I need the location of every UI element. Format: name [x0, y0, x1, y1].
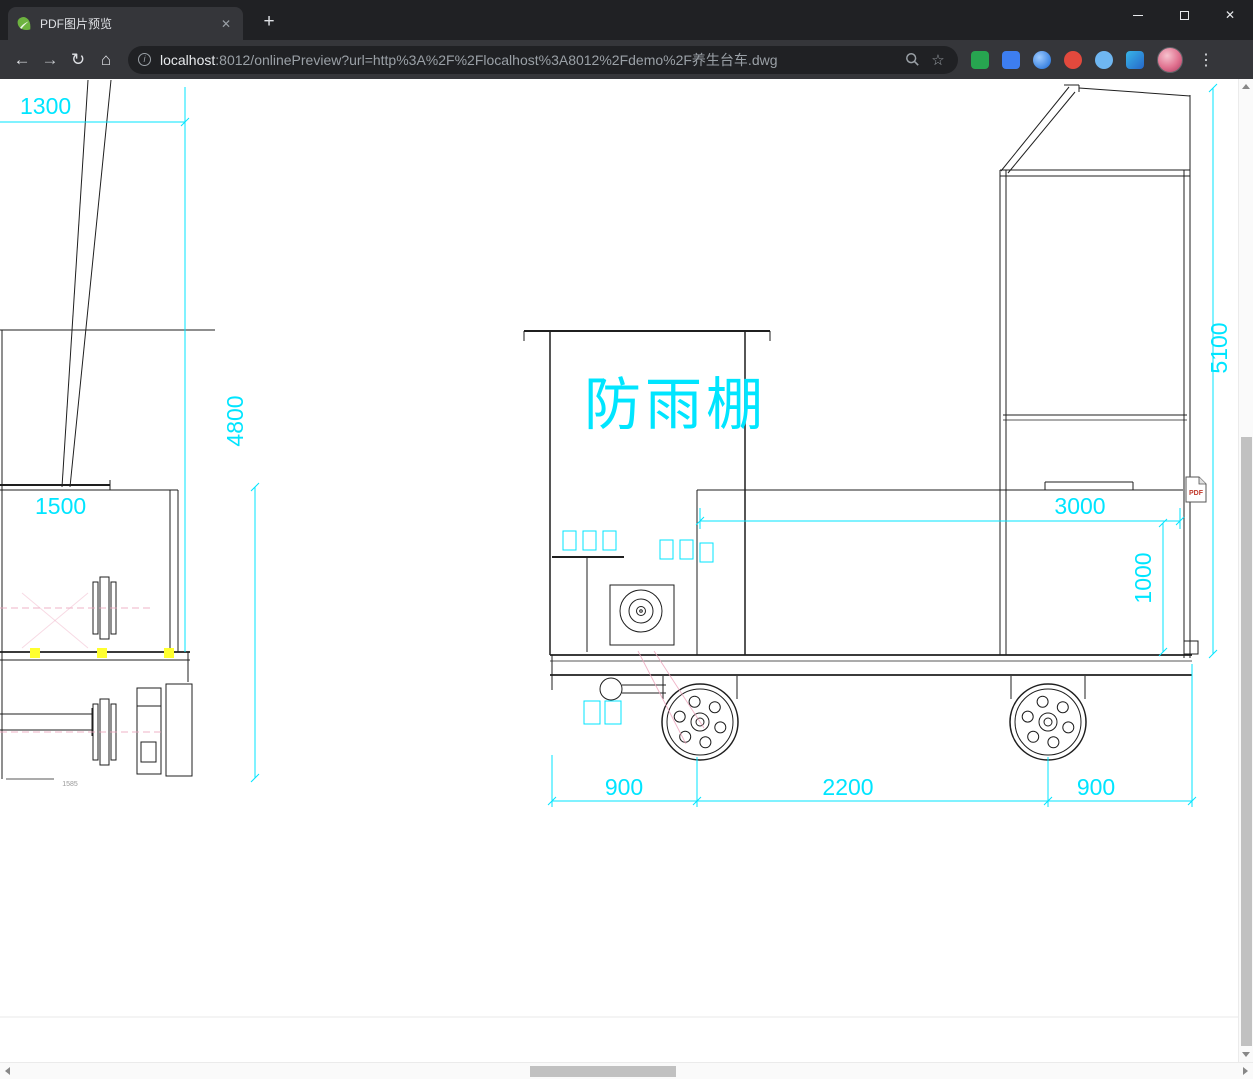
vertical-scroll-thumb[interactable] [1241, 437, 1252, 1046]
browser-tab[interactable]: PDF图片预览 ✕ [8, 7, 243, 40]
scroll-down-arrow-icon[interactable] [1242, 1052, 1250, 1057]
dim-900-left: 900 [605, 774, 643, 800]
horizontal-scroll-thumb[interactable] [530, 1066, 676, 1077]
profile-avatar[interactable] [1157, 46, 1183, 73]
dim-1300: 1300 [20, 93, 71, 119]
scroll-up-arrow-icon[interactable] [1242, 84, 1250, 89]
window-close-button[interactable]: ✕ [1207, 0, 1253, 30]
canopy-label: 防雨棚 [584, 373, 767, 437]
cloud-extension-icon[interactable] [1095, 50, 1113, 69]
dim-4800: 4800 [222, 395, 248, 446]
dim-small: 1585 [62, 781, 78, 788]
browser-toolbar: ← → ↻ ⌂ i localhost:8012/onlinePreview?u… [0, 40, 1253, 79]
home-button[interactable]: ⌂ [92, 46, 120, 74]
dim-2200: 2200 [822, 774, 873, 800]
tab-title: PDF图片预览 [40, 17, 113, 31]
url-host: localhost [160, 51, 216, 68]
dim-1000: 1000 [1130, 552, 1156, 603]
forward-button[interactable]: → [36, 46, 64, 74]
wheel-right [1009, 683, 1087, 761]
dimension-lines [0, 83, 1218, 807]
page-content: 1300 4800 1500 5100 3000 1000 900 2200 9… [0, 79, 1253, 1062]
tab-strip: PDF图片预览 ✕ + ✕ [0, 0, 1253, 40]
url-path: :8012/onlinePreview?url=http%3A%2F%2Floc… [215, 51, 778, 68]
extensions-row [971, 50, 1144, 69]
pdf-badge-text: PDF [1189, 490, 1204, 497]
cad-drawing: 1300 4800 1500 5100 3000 1000 900 2200 9… [0, 79, 1238, 1018]
dim-1500: 1500 [35, 493, 86, 519]
address-bar[interactable]: i localhost:8012/onlinePreview?url=http%… [128, 45, 958, 74]
dim-5100: 5100 [1206, 322, 1232, 373]
spring-favicon-icon [16, 16, 32, 32]
site-info-icon[interactable]: i [138, 53, 151, 66]
shield-extension-icon[interactable] [1126, 50, 1144, 69]
new-tab-button[interactable]: + [257, 11, 281, 33]
minimize-icon [1133, 14, 1143, 16]
highlight-blocks [30, 648, 174, 658]
blue-ball-extension-icon[interactable] [1033, 50, 1051, 69]
window-maximize-button[interactable] [1161, 0, 1207, 30]
translate-extension-icon[interactable] [1002, 50, 1020, 69]
reload-button[interactable]: ↻ [64, 46, 92, 74]
dim-3000: 3000 [1054, 493, 1105, 519]
centerlines [0, 592, 705, 745]
browser-menu-icon[interactable]: ⋮ [1194, 50, 1218, 70]
window-minimize-button[interactable] [1115, 0, 1161, 30]
zoom-icon[interactable] [902, 50, 922, 70]
left-machine-linework [0, 79, 215, 780]
bookmark-star-icon[interactable]: ☆ [928, 50, 948, 70]
url-text[interactable]: localhost:8012/onlinePreview?url=http%3A… [160, 50, 896, 70]
scroll-right-arrow-icon[interactable] [1243, 1067, 1248, 1075]
back-button[interactable]: ← [8, 46, 36, 74]
window-controls: ✕ [1115, 0, 1253, 30]
scroll-left-arrow-icon[interactable] [5, 1067, 10, 1075]
vertical-scrollbar[interactable] [1238, 79, 1253, 1062]
dim-900-right: 900 [1077, 774, 1115, 800]
pdf-file-icon[interactable]: PDF [1185, 476, 1207, 503]
tab-close-icon[interactable]: ✕ [217, 15, 235, 33]
horizontal-scrollbar[interactable] [0, 1062, 1253, 1079]
red-extension-icon[interactable] [1064, 50, 1082, 69]
maximize-icon [1179, 10, 1189, 20]
green-extension-icon[interactable] [971, 50, 989, 69]
